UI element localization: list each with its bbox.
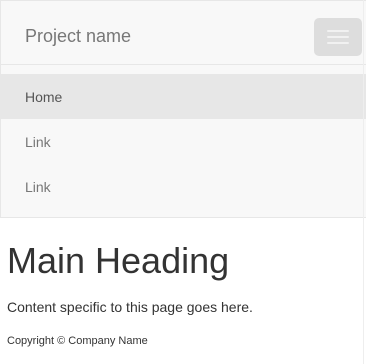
nav-item-label: Link (25, 179, 51, 195)
nav-item-home[interactable]: Home (1, 74, 366, 119)
navbar: Project name Home Link Link (0, 0, 366, 218)
divider (363, 0, 364, 364)
navbar-header: Project name (1, 1, 366, 65)
nav-item-link-1[interactable]: Link (1, 119, 366, 164)
nav-item-link-2[interactable]: Link (1, 164, 366, 209)
page-content: Content specific to this page goes here. (7, 299, 253, 315)
nav-item-label: Home (25, 89, 63, 105)
footer-copyright: Copyright © Company Name (7, 335, 148, 347)
page-heading: Main Heading (7, 240, 230, 281)
brand-link[interactable]: Project name (25, 25, 131, 47)
nav-item-label: Link (25, 134, 51, 150)
navbar-toggle-button[interactable] (314, 18, 362, 56)
